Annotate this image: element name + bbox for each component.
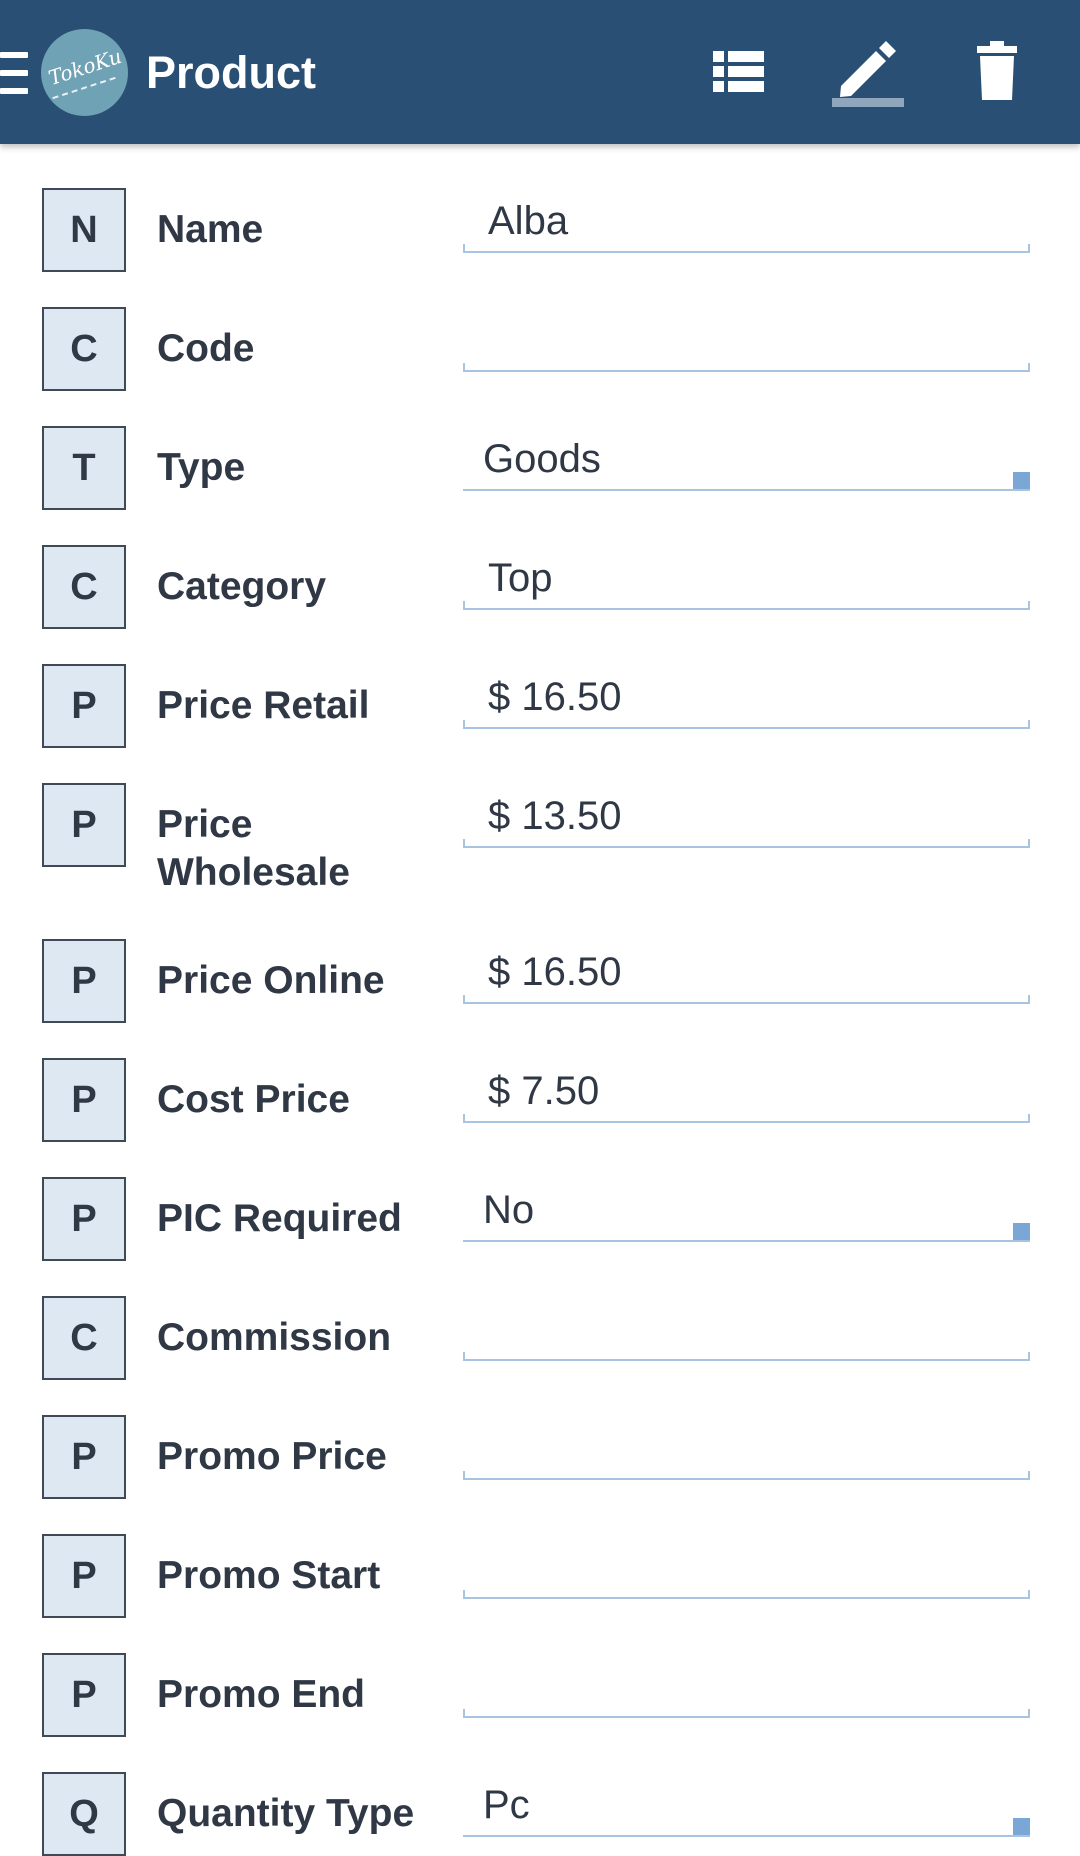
field-underline xyxy=(463,846,1030,848)
field-badge: T xyxy=(42,426,126,510)
field-value: No xyxy=(483,1188,535,1232)
form-row-promo-end: P Promo End xyxy=(0,1609,1080,1737)
field-label-price-wholesale: Price Wholesale xyxy=(157,803,350,894)
field-label-name: Name xyxy=(157,208,264,251)
field-underline xyxy=(463,727,1030,729)
field-badge: P xyxy=(42,1177,126,1261)
field-badge: P xyxy=(42,1415,126,1499)
field-underline xyxy=(463,1716,1030,1718)
field-value: $ 16.50 xyxy=(488,950,622,994)
field-underline xyxy=(463,1240,1030,1242)
field-label-promo-end: Promo End xyxy=(157,1673,366,1716)
form-row-cost-price: P Cost Price $ 7.50 xyxy=(0,1014,1080,1142)
field-underline xyxy=(463,489,1030,491)
promo-price-input[interactable] xyxy=(463,1414,1030,1480)
field-badge: P xyxy=(42,1058,126,1142)
field-value: $ 16.50 xyxy=(488,675,622,719)
field-label-cost-price: Cost Price xyxy=(157,1078,350,1121)
list-icon[interactable] xyxy=(696,30,780,114)
pic-required-select[interactable]: No xyxy=(463,1176,1030,1242)
field-label-pic-required: PIC Required xyxy=(157,1197,402,1240)
form-row-price-retail: P Price Retail $ 16.50 xyxy=(0,620,1080,748)
form-row-price-online: P Price Online $ 16.50 xyxy=(0,895,1080,1023)
field-label-quantity-type: Quantity Type xyxy=(157,1792,415,1835)
commission-input[interactable] xyxy=(463,1295,1030,1361)
promo-start-input[interactable] xyxy=(463,1533,1030,1599)
field-badge: N xyxy=(42,188,126,272)
trash-delete-icon[interactable] xyxy=(956,30,1040,114)
field-label-price-online: Price Online xyxy=(157,959,385,1002)
field-underline xyxy=(463,608,1030,610)
field-label-type: Type xyxy=(157,446,246,489)
field-label-price-retail: Price Retail xyxy=(157,684,370,727)
name-input[interactable]: Alba xyxy=(463,187,1030,253)
field-underline xyxy=(463,1359,1030,1361)
form-row-pic-required: P PIC Required No xyxy=(0,1133,1080,1261)
field-label-promo-price: Promo Price xyxy=(157,1435,387,1478)
field-value: Alba xyxy=(488,199,569,243)
logo-text: TokoKu xyxy=(45,43,125,91)
form-row-type: T Type Goods xyxy=(0,382,1080,510)
field-badge: P xyxy=(42,783,126,867)
code-input[interactable] xyxy=(463,306,1030,372)
field-value: $ 13.50 xyxy=(488,794,622,838)
field-value: Goods xyxy=(483,437,601,481)
field-label-category: Category xyxy=(157,565,327,608)
field-value: Pc xyxy=(483,1783,530,1827)
field-underline xyxy=(463,1835,1030,1837)
field-underline xyxy=(463,1002,1030,1004)
field-value: $ 7.50 xyxy=(488,1069,600,1113)
dropdown-caret-icon xyxy=(1013,472,1030,489)
field-underline xyxy=(463,251,1030,253)
field-badge: C xyxy=(42,307,126,391)
field-badge: C xyxy=(42,1296,126,1380)
form-row-price-wholesale: P Price Wholesale $ 13.50 xyxy=(0,739,1080,894)
quantity-type-select[interactable]: Pc xyxy=(463,1771,1030,1837)
field-badge: Q xyxy=(42,1772,126,1856)
price-wholesale-input[interactable]: $ 13.50 xyxy=(463,782,1030,848)
form-row-promo-price: P Promo Price xyxy=(0,1371,1080,1499)
dropdown-caret-icon xyxy=(1013,1223,1030,1240)
promo-end-input[interactable] xyxy=(463,1652,1030,1718)
field-underline xyxy=(463,370,1030,372)
form-row-commission: C Commission xyxy=(0,1252,1080,1380)
cost-price-input[interactable]: $ 7.50 xyxy=(463,1057,1030,1123)
field-underline xyxy=(463,1121,1030,1123)
app-logo[interactable]: TokoKu xyxy=(41,29,128,116)
field-label-commission: Commission xyxy=(157,1316,392,1359)
field-value: Top xyxy=(488,556,553,600)
edit-active-indicator xyxy=(832,98,904,107)
field-underline xyxy=(463,1478,1030,1480)
form-row-promo-start: P Promo Start xyxy=(0,1490,1080,1618)
form-row-category: C Category Top xyxy=(0,501,1080,629)
page-title: Product xyxy=(146,47,317,98)
hamburger-menu-icon[interactable] xyxy=(0,52,30,94)
form-row-quantity-type: Q Quantity Type Pc xyxy=(0,1728,1080,1856)
field-label-promo-start: Promo Start xyxy=(157,1554,381,1597)
price-retail-input[interactable]: $ 16.50 xyxy=(463,663,1030,729)
dropdown-caret-icon xyxy=(1013,1818,1030,1835)
field-badge: C xyxy=(42,545,126,629)
form-row-name: N Name Alba xyxy=(0,144,1080,272)
field-badge: P xyxy=(42,939,126,1023)
field-badge: P xyxy=(42,1653,126,1737)
form-row-code: C Code xyxy=(0,263,1080,391)
type-select[interactable]: Goods xyxy=(463,425,1030,491)
price-online-input[interactable]: $ 16.50 xyxy=(463,938,1030,1004)
field-badge: P xyxy=(42,1534,126,1618)
app-bar: TokoKu Product xyxy=(0,0,1080,144)
category-input[interactable]: Top xyxy=(463,544,1030,610)
field-badge: P xyxy=(42,664,126,748)
field-underline xyxy=(463,1597,1030,1599)
field-label-code: Code xyxy=(157,327,255,370)
